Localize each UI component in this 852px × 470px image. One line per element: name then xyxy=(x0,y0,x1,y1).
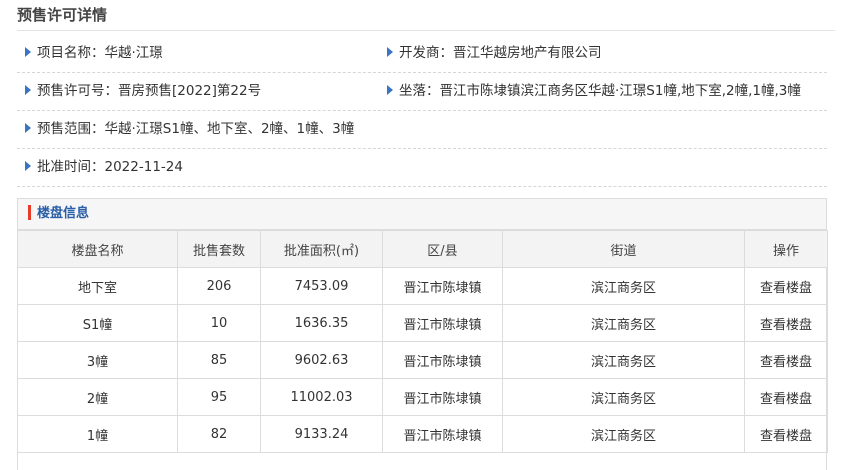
district-cell: 晋江市陈埭镇 xyxy=(382,304,503,342)
district-cell: 晋江市陈埭镇 xyxy=(382,378,503,416)
bullet-arrow-icon xyxy=(387,85,393,95)
panel-marker-icon xyxy=(28,205,31,220)
area-cell: 1636.35 xyxy=(260,304,383,342)
view-building-link[interactable]: 查看楼盘 xyxy=(744,378,828,416)
location-text: 坐落：晋江市陈埭镇滨江商务区华越·江璟S1幢,地下室,2幢,1幢,3幢 xyxy=(399,83,801,99)
developer-item: 开发商：晋江华越房地产有限公司 xyxy=(387,34,827,72)
building-name-cell: S1幢 xyxy=(17,304,178,342)
street-cell: 滨江商务区 xyxy=(502,378,745,416)
street-cell: 滨江商务区 xyxy=(502,415,745,453)
column-header: 区/县 xyxy=(382,230,503,268)
table-header-row: 楼盘名称 批售套数 批准面积(㎡) 区/县 街道 操作 xyxy=(17,230,828,268)
info-row-project: 项目名称：华越·江璟 开发商：晋江华越房地产有限公司 xyxy=(17,34,827,73)
view-building-link[interactable]: 查看楼盘 xyxy=(744,304,828,342)
district-cell: 晋江市陈埭镇 xyxy=(382,267,503,305)
units-cell: 10 xyxy=(177,304,261,342)
info-row-scope: 预售范围：华越·江璟S1幢、地下室、2幢、1幢、3幢 xyxy=(17,110,827,149)
project-name-item: 项目名称：华越·江璟 xyxy=(25,34,385,72)
bullet-arrow-icon xyxy=(25,123,31,133)
presale-scope-item: 预售范围：华越·江璟S1幢、地下室、2幢、1幢、3幢 xyxy=(25,110,815,148)
panel-title: 楼盘信息 xyxy=(37,206,90,221)
district-cell: 晋江市陈埭镇 xyxy=(382,341,503,379)
approval-time-item: 批准时间：2022-11-24 xyxy=(25,148,815,186)
area-cell: 9133.24 xyxy=(260,415,383,453)
table-row: 3幢 85 9602.63 晋江市陈埭镇 滨江商务区 查看楼盘 xyxy=(17,341,828,379)
panel-header: 楼盘信息 xyxy=(18,199,826,230)
units-cell: 95 xyxy=(177,378,261,416)
table-row: 2幢 95 11002.03 晋江市陈埭镇 滨江商务区 查看楼盘 xyxy=(17,378,828,416)
building-info-panel: 楼盘信息 楼盘名称 批售套数 批准面积(㎡) 区/县 街道 操作 地下室 206… xyxy=(17,198,828,470)
table-row: S1幢 10 1636.35 晋江市陈埭镇 滨江商务区 查看楼盘 xyxy=(17,304,828,342)
units-cell: 82 xyxy=(177,415,261,453)
info-row-permit: 预售许可号：晋房预售[2022]第22号 坐落：晋江市陈埭镇滨江商务区华越·江璟… xyxy=(17,72,827,111)
info-row-approval: 批准时间：2022-11-24 xyxy=(17,148,827,187)
bullet-arrow-icon xyxy=(25,85,31,95)
street-cell: 滨江商务区 xyxy=(502,341,745,379)
table-row: 地下室 206 7453.09 晋江市陈埭镇 滨江商务区 查看楼盘 xyxy=(17,267,828,305)
developer-text: 开发商：晋江华越房地产有限公司 xyxy=(399,45,602,61)
area-cell: 9602.63 xyxy=(260,341,383,379)
units-cell: 206 xyxy=(177,267,261,305)
district-cell: 晋江市陈埭镇 xyxy=(382,415,503,453)
view-building-link[interactable]: 查看楼盘 xyxy=(744,415,828,453)
column-header: 操作 xyxy=(744,230,828,268)
street-cell: 滨江商务区 xyxy=(502,304,745,342)
column-header: 楼盘名称 xyxy=(17,230,178,268)
location-item: 坐落：晋江市陈埭镇滨江商务区华越·江璟S1幢,地下室,2幢,1幢,3幢 xyxy=(387,72,827,110)
building-name-cell: 3幢 xyxy=(17,341,178,379)
approval-time-text: 批准时间：2022-11-24 xyxy=(37,159,183,175)
bullet-arrow-icon xyxy=(25,47,31,57)
building-name-cell: 2幢 xyxy=(17,378,178,416)
project-name-text: 项目名称：华越·江璟 xyxy=(37,45,163,61)
page-title: 预售许可详情 xyxy=(17,0,835,31)
street-cell: 滨江商务区 xyxy=(502,267,745,305)
view-building-link[interactable]: 查看楼盘 xyxy=(744,341,828,379)
presale-scope-text: 预售范围：华越·江璟S1幢、地下室、2幢、1幢、3幢 xyxy=(37,121,355,137)
bullet-arrow-icon xyxy=(387,47,393,57)
table-row: 1幢 82 9133.24 晋江市陈埭镇 滨江商务区 查看楼盘 xyxy=(17,415,828,453)
permit-no-text: 预售许可号：晋房预售[2022]第22号 xyxy=(37,83,262,99)
bullet-arrow-icon xyxy=(25,161,31,171)
building-name-cell: 1幢 xyxy=(17,415,178,453)
units-cell: 85 xyxy=(177,341,261,379)
area-cell: 11002.03 xyxy=(260,378,383,416)
view-building-link[interactable]: 查看楼盘 xyxy=(744,267,828,305)
column-header: 批准面积(㎡) xyxy=(260,230,383,268)
column-header: 批售套数 xyxy=(177,230,261,268)
building-table: 楼盘名称 批售套数 批准面积(㎡) 区/县 街道 操作 地下室 206 7453… xyxy=(17,230,828,453)
area-cell: 7453.09 xyxy=(260,267,383,305)
permit-no-item: 预售许可号：晋房预售[2022]第22号 xyxy=(25,72,385,110)
building-name-cell: 地下室 xyxy=(17,267,178,305)
column-header: 街道 xyxy=(502,230,745,268)
